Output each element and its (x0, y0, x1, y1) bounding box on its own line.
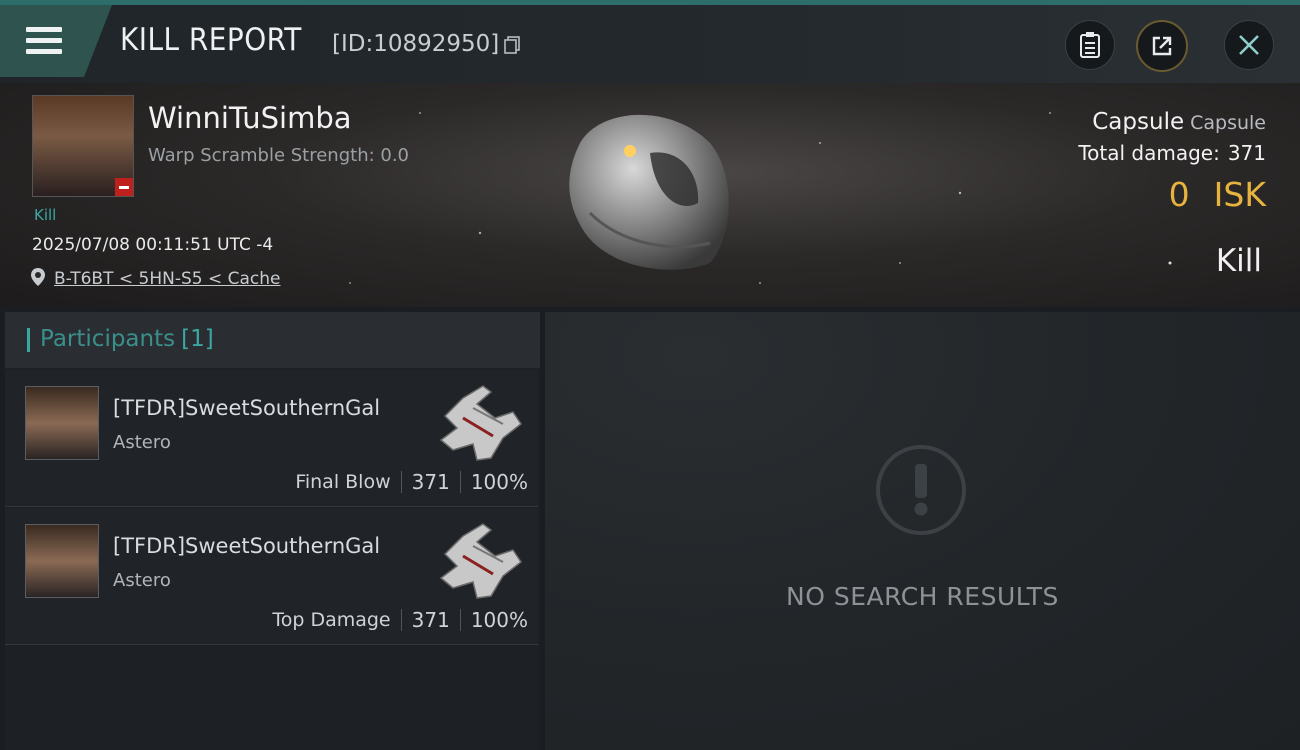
participant-name: [TFDR]SweetSouthernGal (113, 396, 381, 420)
location-pin-icon (31, 268, 45, 286)
divider (459, 471, 461, 493)
participant-damage: 371 (411, 608, 450, 632)
warp-scramble-strength: Warp Scramble Strength: 0.0 (148, 145, 410, 166)
page-title: KILL REPORT (120, 22, 302, 58)
close-button[interactable] (1224, 20, 1274, 70)
total-damage-value: 371 (1227, 141, 1266, 165)
kill-tag: Kill (34, 206, 57, 224)
participant-stats: Top Damage 371 100% (272, 608, 528, 632)
divider (400, 471, 402, 493)
participants-header[interactable]: Participants [1] (5, 312, 540, 368)
menu-icon (26, 27, 62, 55)
victim-name[interactable]: WinniTuSimba (148, 101, 352, 135)
report-id: [ID:10892950] (332, 31, 500, 57)
exclamation-icon (914, 464, 928, 516)
participant-stats: Final Blow 371 100% (295, 470, 528, 494)
total-damage-label: Total damage: (1078, 141, 1220, 165)
isk-unit: ISK (1213, 175, 1266, 214)
isk-value: 0 ISK (1169, 175, 1266, 214)
header-accent-bar (27, 328, 30, 352)
ship-name: Capsule (1092, 109, 1185, 135)
total-damage: Total damage: 371 (1078, 141, 1266, 165)
participant-damage: 371 (411, 470, 450, 494)
isk-amount: 0 (1168, 175, 1190, 214)
participant-avatar[interactable] (25, 386, 99, 460)
standing-badge-icon (115, 178, 133, 196)
participants-title: Participants [1] (40, 326, 214, 352)
participant-percent: 100% (470, 608, 528, 632)
participant-percent: 100% (470, 470, 528, 494)
astero-ship-icon (439, 523, 523, 599)
victim-ship: Capsule Capsule (1092, 109, 1266, 135)
ship-class: Capsule (1190, 112, 1266, 134)
astero-ship-icon (439, 385, 523, 461)
participant-role: Final Blow (295, 471, 391, 493)
participant-row[interactable]: [TFDR]SweetSouthernGal Astero Final Blow… (5, 370, 538, 507)
participant-row[interactable]: [TFDR]SweetSouthernGal Astero Top Damage… (5, 508, 538, 645)
capsule-ship-image (569, 114, 729, 270)
clipboard-icon (1080, 32, 1100, 58)
victim-panel: WinniTuSimba Warp Scramble Strength: 0.0… (0, 83, 1300, 307)
divider (459, 609, 461, 631)
no-results-message: NO SEARCH RESULTS (786, 582, 1059, 611)
clipboard-button[interactable] (1065, 20, 1115, 70)
participants-count: [1] (181, 326, 214, 352)
divider (400, 609, 402, 631)
share-icon (1152, 36, 1172, 56)
location-link[interactable]: B-T6BT < 5HN-S5 < Cache (54, 269, 281, 289)
participants-label: Participants (40, 326, 176, 352)
close-icon (1239, 35, 1259, 55)
participant-ship: Astero (113, 432, 171, 453)
share-button[interactable] (1136, 20, 1188, 72)
warning-icon (876, 445, 966, 535)
participant-ship: Astero (113, 570, 171, 591)
participant-role: Top Damage (272, 609, 391, 631)
kill-datetime: 2025/07/08 00:11:51 UTC -4 (32, 235, 274, 255)
participant-name: [TFDR]SweetSouthernGal (113, 534, 381, 558)
participant-avatar[interactable] (25, 524, 99, 598)
copy-icon[interactable] (504, 36, 520, 54)
kill-result: Kill (1215, 243, 1262, 279)
